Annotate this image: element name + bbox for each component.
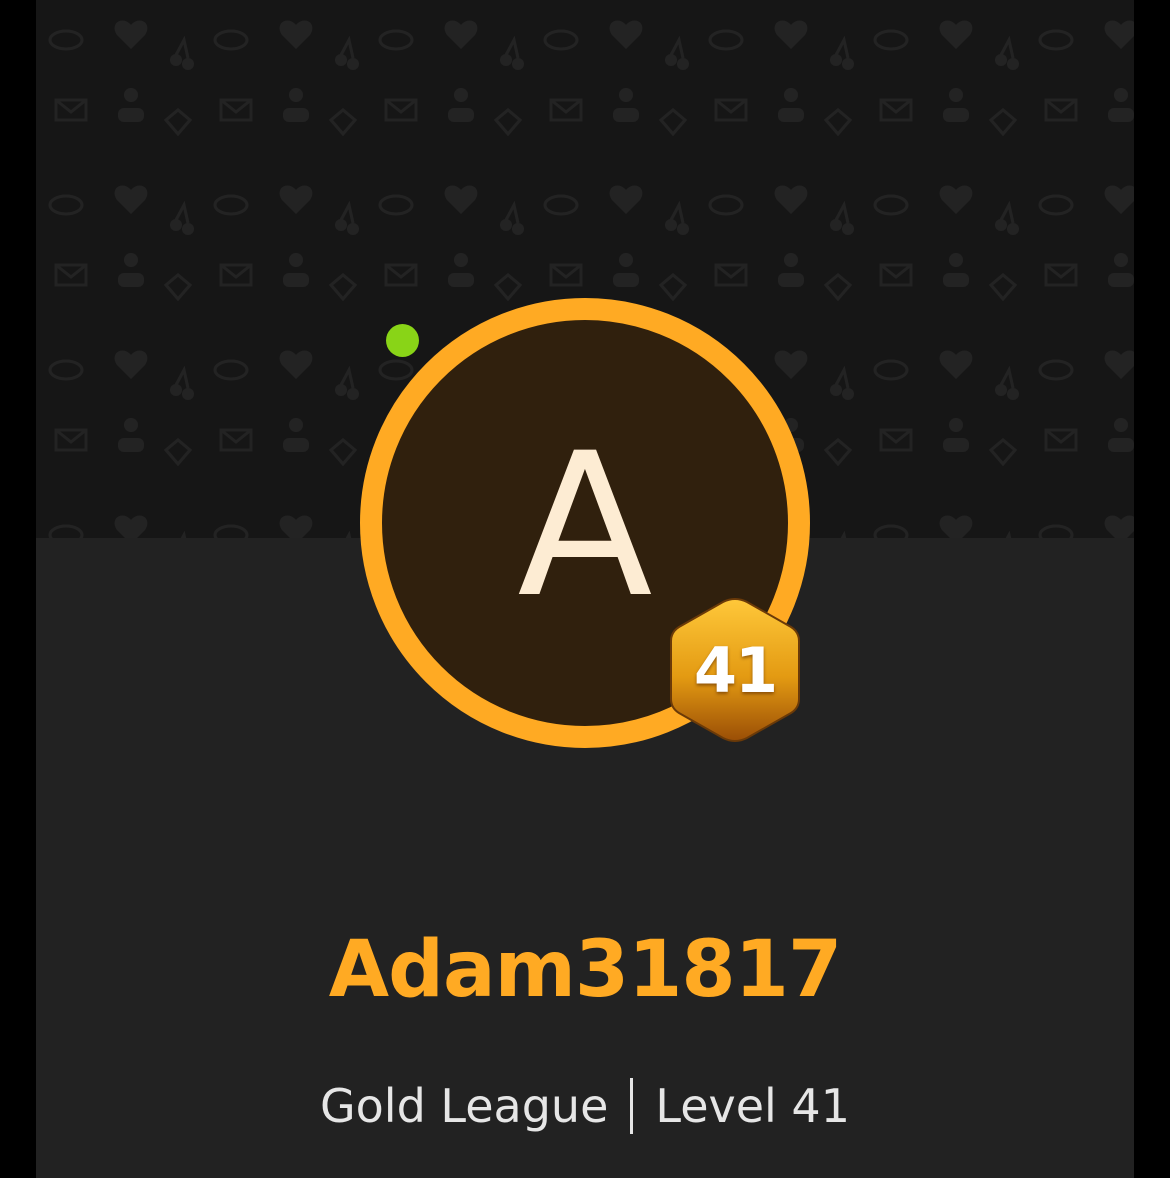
divider bbox=[630, 1078, 634, 1134]
level-badge: 41 bbox=[667, 595, 803, 745]
level-text: Level 41 bbox=[655, 1078, 850, 1133]
league-level-line: Gold League Level 41 bbox=[0, 1078, 1170, 1134]
level-badge-number: 41 bbox=[693, 633, 778, 707]
avatar-initial: A bbox=[517, 410, 653, 641]
league-name: Gold League bbox=[320, 1078, 609, 1133]
username: Adam31817 bbox=[328, 925, 842, 1015]
profile-screen: A 41 Adam31817 Gold League Level 41 bbox=[0, 0, 1170, 1178]
